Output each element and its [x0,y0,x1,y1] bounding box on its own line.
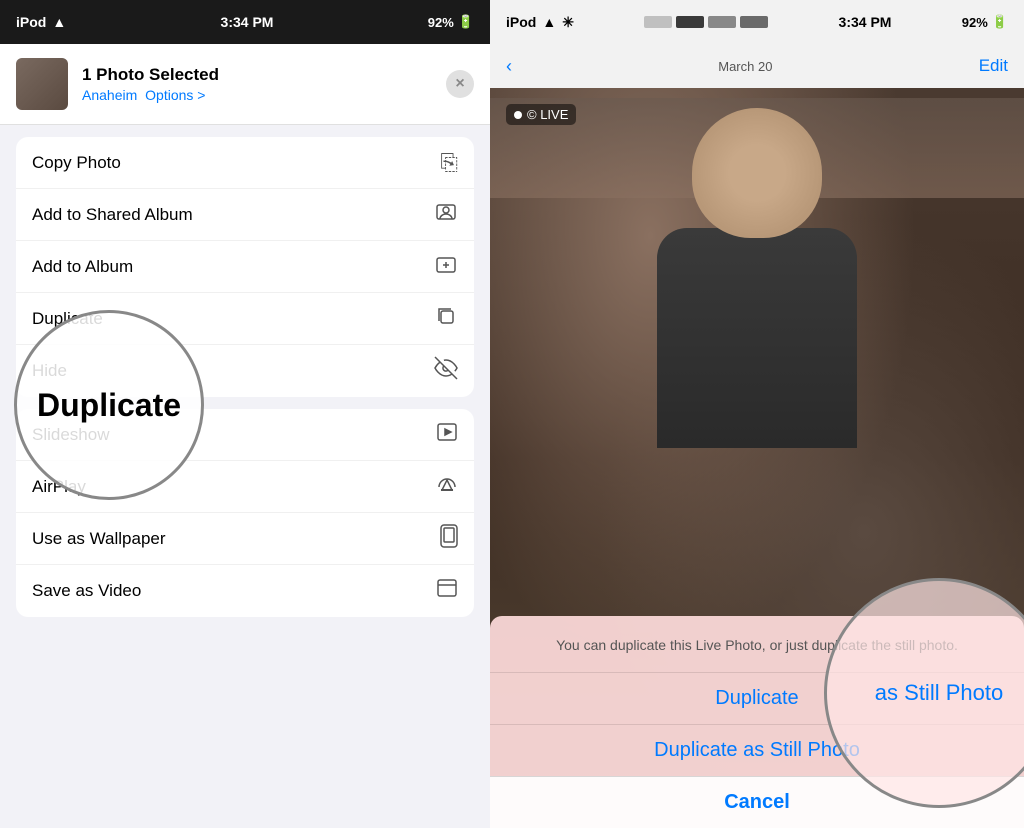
share-title: 1 Photo Selected [82,65,432,85]
edit-button[interactable]: Edit [979,56,1008,76]
add-album-icon [434,252,458,282]
airplay-label: AirPlay [32,477,86,497]
add-shared-album-icon [434,200,458,230]
bottom-sheet-message: You can duplicate this Live Photo, or ju… [490,636,1024,672]
save-as-video-item[interactable]: Save as Video [16,565,474,617]
live-badge: © LIVE [506,104,576,125]
add-album-item[interactable]: Add to Album [16,241,474,293]
swatch-3 [708,16,736,28]
options-link[interactable]: Options > [145,87,205,103]
hide-item[interactable]: Hide [16,345,474,397]
swatch-1 [644,16,672,28]
color-swatches [644,16,768,28]
duplicate-btn-label: Duplicate [715,687,798,710]
share-subtitle: Anaheim Options > [82,87,432,103]
save-video-icon [436,577,458,605]
airplay-item[interactable]: AirPlay [16,461,474,513]
copy-photo-label: Copy Photo [32,153,121,173]
live-dot-icon [514,111,522,119]
right-panel: iPod ▲ ✳ 3:34 PM 92% 🔋 ‹ March 20 Edit [490,0,1024,828]
add-shared-album-item[interactable]: Add to Shared Album [16,189,474,241]
brightness-icon: ✳ [562,14,574,31]
thumb-image [16,58,68,110]
cancel-btn[interactable]: Cancel [490,776,1024,828]
battery-pct-right: 92% [962,15,988,30]
nav-title: March 20 [718,59,772,74]
duplicate-bottom-sheet: You can duplicate this Live Photo, or ju… [490,616,1024,828]
wifi-icon: ▲ [52,14,66,30]
close-button[interactable]: × [446,70,474,98]
hide-icon [434,356,458,386]
time-right: 3:34 PM [839,14,892,30]
location-label: Anaheim [82,87,137,103]
slideshow-label: Slideshow [32,425,110,445]
action-menu: Copy Photo ⎘ Add to Shared Album Add to … [16,137,474,397]
share-header: 1 Photo Selected Anaheim Options > × [0,44,490,125]
left-panel: iPod ▲ 3:34 PM 92% 🔋 1 Photo Selected An… [0,0,490,828]
duplicate-item[interactable]: Duplicate [16,293,474,345]
person-figure [617,108,897,508]
duplicate-still-btn[interactable]: Duplicate as Still Photo [490,724,1024,776]
airplay-icon [436,473,458,501]
share-info: 1 Photo Selected Anaheim Options > [82,65,432,103]
carrier-label: iPod [16,14,46,30]
person-body [657,228,857,448]
action-menu-2: Slideshow AirPlay Use as Wallpaper [16,409,474,617]
person-head [692,108,822,238]
battery-icon-right: 🔋 [992,14,1008,30]
carrier-right: iPod [506,14,536,30]
battery-icon-left: 🔋 [458,14,474,30]
battery-pct-left: 92% [428,15,454,30]
slideshow-icon [436,421,458,449]
live-label: © LIVE [527,107,568,122]
status-left: iPod ▲ [16,14,66,30]
duplicate-still-label: Duplicate as Still Photo [654,739,860,762]
status-bar-right: iPod ▲ ✳ 3:34 PM 92% 🔋 [490,0,1024,44]
swatch-2 [676,16,704,28]
copy-photo-item[interactable]: Copy Photo ⎘ [16,137,474,189]
duplicate-icon [434,304,458,334]
wallpaper-icon [440,524,458,554]
photo-container: © LIVE You can duplicate this Live Photo… [490,88,1024,828]
use-as-wallpaper-label: Use as Wallpaper [32,529,166,549]
add-album-label: Add to Album [32,257,133,277]
add-shared-album-label: Add to Shared Album [32,205,193,225]
battery-area-right: 92% 🔋 [962,14,1008,30]
copy-photo-icon: ⎘ [440,150,458,176]
time-left: 3:34 PM [221,14,274,30]
duplicate-btn[interactable]: Duplicate [490,672,1024,724]
battery-area-left: 92% 🔋 [428,14,474,30]
status-right-left: iPod ▲ ✳ [506,14,574,31]
status-bar-left: iPod ▲ 3:34 PM 92% 🔋 [0,0,490,44]
hide-label: Hide [32,361,67,381]
duplicate-label: Duplicate [32,309,103,329]
nav-bar-right: ‹ March 20 Edit [490,44,1024,88]
use-as-wallpaper-item[interactable]: Use as Wallpaper [16,513,474,565]
save-as-video-label: Save as Video [32,581,141,601]
back-chevron-icon: ‹ [506,56,512,77]
back-button[interactable]: ‹ [506,56,512,77]
cancel-label: Cancel [724,791,790,814]
photo-thumbnail [16,58,68,110]
swatch-4 [740,16,768,28]
wifi-icon-right: ▲ [542,14,556,30]
slideshow-item[interactable]: Slideshow [16,409,474,461]
